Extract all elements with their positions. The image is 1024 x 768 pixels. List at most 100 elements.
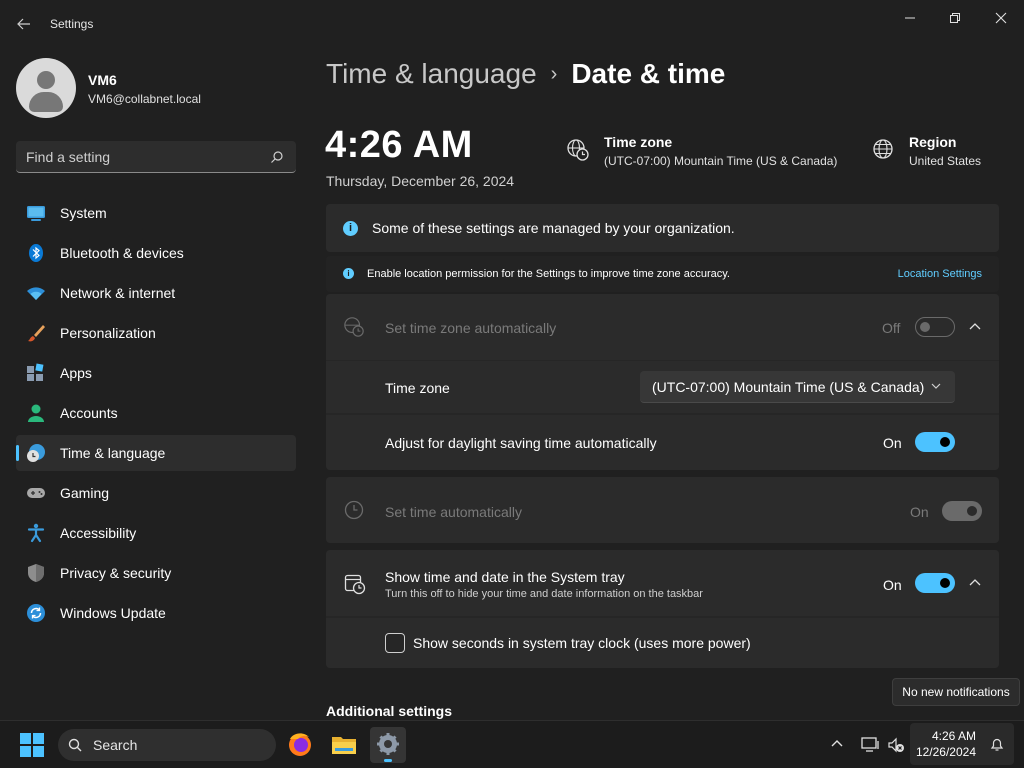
gamepad-icon <box>26 483 46 503</box>
search-icon <box>68 738 82 752</box>
app-title: Settings <box>50 17 94 31</box>
taskbar: Search 4:26 AM 12/26/2024 <box>0 720 1024 768</box>
find-setting-input[interactable] <box>26 147 261 167</box>
sidebar-item-label: System <box>60 205 107 221</box>
sidebar-item-label: Time & language <box>60 445 166 461</box>
tray-expander: Show time and date in the System tray Tu… <box>326 550 999 668</box>
chevron-down-icon <box>931 383 941 389</box>
sidebar-item-apps[interactable]: Apps <box>16 355 296 391</box>
taskbar-search[interactable]: Search <box>58 729 276 761</box>
sidebar-item-label: Gaming <box>60 485 110 501</box>
time-auto-toggle[interactable] <box>942 501 982 521</box>
tray-overflow-chevron-icon[interactable] <box>830 737 844 751</box>
chevron-up-icon[interactable] <box>969 321 981 333</box>
taskbar-search-label: Search <box>93 737 138 753</box>
sidebar-item-time-language[interactable]: Time & language <box>16 435 296 471</box>
sidebar-item-gaming[interactable]: Gaming <box>16 475 296 511</box>
taskbar-firefox[interactable] <box>282 727 318 763</box>
info-icon: i <box>343 221 358 236</box>
sidebar-nav: System Bluetooth & devices Network & int… <box>16 195 296 635</box>
globe-clock-icon <box>344 317 364 337</box>
sidebar-item-bluetooth[interactable]: Bluetooth & devices <box>16 235 296 271</box>
avatar[interactable] <box>16 58 76 118</box>
tray-toggle[interactable] <box>915 573 955 593</box>
accessibility-icon <box>26 523 46 543</box>
sidebar-item-label: Accessibility <box>60 525 137 541</box>
user-name: VM6 <box>88 72 117 88</box>
bell-icon[interactable] <box>989 736 1005 752</box>
location-settings-link[interactable]: Location Settings <box>898 268 982 280</box>
sidebar-item-windows-update[interactable]: Windows Update <box>16 595 296 631</box>
minimize-icon <box>905 17 915 19</box>
firefox-icon <box>289 733 311 756</box>
region-summary-value: United States <box>909 154 982 168</box>
active-app-indicator <box>384 759 392 762</box>
page-title: Date & time <box>571 58 726 89</box>
sidebar-item-accessibility[interactable]: Accessibility <box>16 515 296 551</box>
taskbar-file-explorer[interactable] <box>326 727 362 763</box>
avatar-head-shape <box>37 71 55 89</box>
system-icon <box>26 203 46 223</box>
close-button[interactable] <box>978 6 1024 30</box>
close-icon <box>995 12 1007 24</box>
windows-start-icon[interactable] <box>20 733 44 757</box>
time-auto-label: Set time automatically <box>385 504 522 520</box>
tray-state: On <box>883 577 902 593</box>
managed-banner: i Some of these settings are managed by … <box>326 204 999 252</box>
find-setting-box[interactable] <box>16 141 296 173</box>
location-banner: i Enable location permission for the Set… <box>326 256 999 292</box>
clock-icon <box>344 500 364 520</box>
current-date: Thursday, December 26, 2024 <box>326 173 515 189</box>
seconds-checkbox[interactable] <box>385 633 405 653</box>
tz-label: Time zone <box>385 380 450 396</box>
additional-settings-heading: Additional settings <box>326 703 452 719</box>
bluetooth-icon <box>26 243 46 263</box>
timezone-dropdown[interactable]: (UTC-07:00) Mountain Time (US & Canada) <box>640 371 955 403</box>
volume-muted-icon[interactable] <box>886 735 906 755</box>
user-email: VM6@collabnet.local <box>88 92 201 106</box>
breadcrumb: Time & language › Date & time <box>326 58 725 90</box>
sidebar-item-label: Accounts <box>60 405 118 421</box>
sidebar-item-accounts[interactable]: Accounts <box>16 395 296 431</box>
sidebar-item-privacy[interactable]: Privacy & security <box>16 555 296 591</box>
info-icon: i <box>343 268 354 279</box>
title-bar: Settings <box>0 0 1024 48</box>
back-button[interactable] <box>14 14 34 34</box>
wifi-icon <box>26 283 46 303</box>
brush-icon <box>26 323 46 343</box>
shield-icon <box>26 563 46 583</box>
current-time: 4:26 AM <box>325 124 473 166</box>
dst-toggle[interactable] <box>915 432 955 452</box>
breadcrumb-separator: › <box>550 62 558 85</box>
timezone-summary-value: (UTC-07:00) Mountain Time (US & Canada) <box>604 154 838 168</box>
tray-description: Turn this off to hide your time and date… <box>385 588 703 600</box>
taskbar-date: 12/26/2024 <box>915 745 976 759</box>
sidebar-item-label: Apps <box>60 365 92 381</box>
network-monitor-icon[interactable] <box>860 735 880 755</box>
sidebar-item-label: Privacy & security <box>60 565 172 581</box>
region-summary-title: Region <box>909 134 957 150</box>
sidebar-item-system[interactable]: System <box>16 195 296 231</box>
dst-label: Adjust for daylight saving time automati… <box>385 435 657 451</box>
set-time-auto-card: Set time automatically On <box>326 477 999 543</box>
restore-button[interactable] <box>932 6 978 30</box>
avatar-body-shape <box>29 92 63 112</box>
minimize-button[interactable] <box>887 6 933 30</box>
sidebar-item-label: Bluetooth & devices <box>60 245 184 261</box>
sidebar-item-label: Windows Update <box>60 605 166 621</box>
tz-auto-toggle[interactable] <box>915 317 955 337</box>
taskbar-settings[interactable] <box>370 727 406 763</box>
timezone-dropdown-value: (UTC-07:00) Mountain Time (US & Canada) <box>652 379 925 395</box>
breadcrumb-parent-link[interactable]: Time & language <box>326 58 537 90</box>
sidebar-item-network[interactable]: Network & internet <box>16 275 296 311</box>
notifications-tooltip: No new notifications <box>892 678 1020 706</box>
settings-icon <box>377 733 399 755</box>
time-auto-state: On <box>910 504 929 520</box>
tz-auto-state: Off <box>882 320 901 336</box>
sidebar-item-personalization[interactable]: Personalization <box>16 315 296 351</box>
timezone-summary-title: Time zone <box>604 134 673 150</box>
taskbar-clock[interactable]: 4:26 AM 12/26/2024 <box>910 723 1014 765</box>
chevron-up-icon[interactable] <box>969 577 981 589</box>
back-arrow-icon <box>17 18 30 30</box>
globe-clock-icon <box>567 139 589 161</box>
